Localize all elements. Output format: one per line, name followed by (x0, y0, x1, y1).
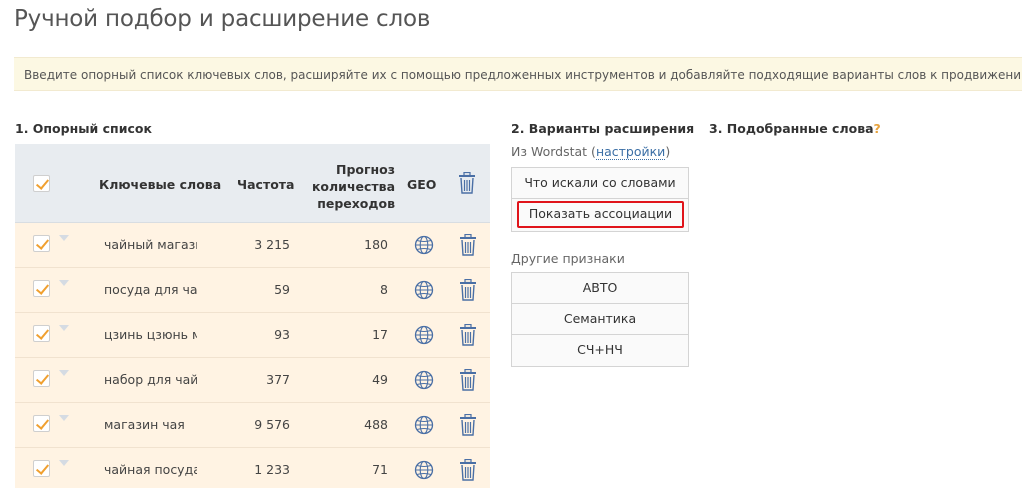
mid-low-frequency-button[interactable]: СЧ+НЧ (512, 335, 688, 366)
source-suffix: ) (665, 144, 671, 159)
table-row: чайный магазин 3 215 180 (15, 223, 490, 268)
section-title-base-list: 1. Опорный список (15, 121, 152, 136)
help-icon[interactable]: ? (874, 121, 881, 136)
table-row: посуда для чайной 59 8 (15, 268, 490, 313)
show-associations-button[interactable]: Показать ассоциации (517, 201, 684, 228)
forecast-header-line3: переходов (317, 196, 395, 211)
trash-icon[interactable] (459, 414, 477, 436)
wordstat-settings-link[interactable]: настройки (595, 144, 666, 160)
trash-icon[interactable] (459, 459, 477, 481)
globe-icon[interactable] (414, 235, 434, 255)
frequency-cell: 1 233 (254, 462, 290, 477)
what-searched-with-words-button[interactable]: Что искали со словами (512, 168, 688, 199)
keyword-cell[interactable]: чайный магазин (104, 237, 197, 252)
row-checkbox[interactable] (33, 415, 50, 432)
table-row: магазин чая 9 576 488 (15, 403, 490, 448)
keyword-cell[interactable]: чайная посуда (104, 462, 197, 477)
forecast-cell: 8 (380, 282, 388, 297)
column-header-keywords[interactable]: Ключевые слова (99, 176, 221, 193)
forecast-cell: 17 (372, 327, 388, 342)
keyword-cell[interactable]: магазин чая (104, 417, 197, 432)
wordstat-button-group: Что искали со словами Показать ассоциаци… (511, 167, 689, 232)
frequency-cell: 9 576 (254, 417, 290, 432)
other-features-label: Другие признаки (511, 251, 625, 266)
forecast-cell: 49 (372, 372, 388, 387)
chevron-down-icon[interactable] (59, 460, 69, 466)
row-checkbox[interactable] (33, 460, 50, 477)
row-checkbox[interactable] (33, 325, 50, 342)
trash-icon[interactable] (459, 234, 477, 256)
forecast-header-line1: Прогноз (335, 162, 395, 177)
frequency-cell: 59 (274, 282, 290, 297)
column-header-forecast[interactable]: Прогноз количества переходов (303, 161, 395, 212)
wordstat-source-label: Из Wordstat (настройки) (511, 144, 671, 160)
source-prefix: Из Wordstat ( (511, 144, 596, 159)
forecast-cell: 180 (364, 237, 388, 252)
globe-icon[interactable] (414, 460, 434, 480)
frequency-cell: 93 (274, 327, 290, 342)
frequency-cell: 3 215 (254, 237, 290, 252)
row-checkbox[interactable] (33, 235, 50, 252)
forecast-cell: 488 (364, 417, 388, 432)
row-checkbox[interactable] (33, 370, 50, 387)
table-header: Ключевые слова Частота Прогноз количеств… (15, 144, 490, 223)
forecast-cell: 71 (372, 462, 388, 477)
semantics-button[interactable]: Семантика (512, 304, 688, 335)
globe-icon[interactable] (414, 415, 434, 435)
chevron-down-icon[interactable] (59, 415, 69, 421)
forecast-header-line2: количества (311, 179, 395, 194)
trash-icon[interactable] (459, 324, 477, 346)
section-title-expansion: 2. Варианты расширения (511, 121, 695, 136)
other-features-button-group: АВТО Семантика СЧ+НЧ (511, 272, 689, 367)
keywords-table: Ключевые слова Частота Прогноз количеств… (15, 144, 490, 488)
table-row: набор для чайной 377 49 (15, 358, 490, 403)
globe-icon[interactable] (414, 325, 434, 345)
chevron-down-icon[interactable] (59, 235, 69, 241)
select-all-checkbox[interactable] (33, 175, 50, 192)
page-title: Ручной подбор и расширение слов (14, 6, 431, 32)
section-title-selected-text: 3. Подобранные слова (709, 121, 874, 136)
section-title-selected: 3. Подобранные слова? (709, 121, 881, 136)
frequency-cell: 377 (266, 372, 290, 387)
keyword-cell[interactable]: набор для чайной (104, 372, 197, 387)
delete-all-icon[interactable] (458, 171, 476, 198)
table-row: чайная посуда 1 233 71 (15, 448, 490, 488)
column-header-geo: GEO (407, 177, 437, 192)
chevron-down-icon[interactable] (59, 325, 69, 331)
trash-icon[interactable] (459, 369, 477, 391)
instruction-banner: Введите опорный список ключевых слов, ра… (14, 57, 1022, 91)
keyword-cell[interactable]: посуда для чайной (104, 282, 197, 297)
row-checkbox[interactable] (33, 280, 50, 297)
chevron-down-icon[interactable] (59, 280, 69, 286)
globe-icon[interactable] (414, 370, 434, 390)
globe-icon[interactable] (414, 280, 434, 300)
trash-icon[interactable] (459, 279, 477, 301)
chevron-down-icon[interactable] (59, 370, 69, 376)
auto-button[interactable]: АВТО (512, 273, 688, 304)
table-row: цзинь цзюнь мэй 93 17 (15, 313, 490, 358)
column-header-frequency[interactable]: Частота (237, 176, 294, 193)
keyword-cell[interactable]: цзинь цзюнь мэй (104, 327, 197, 342)
